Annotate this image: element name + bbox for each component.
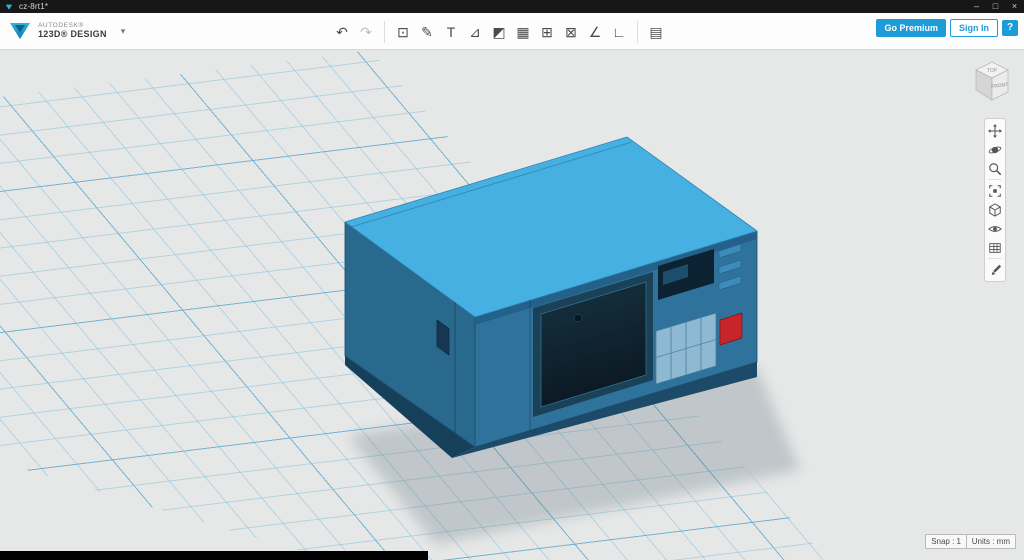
- app-icon: [5, 3, 13, 11]
- redo-icon[interactable]: ↷: [354, 21, 378, 43]
- pan-button[interactable]: [985, 121, 1005, 140]
- zoom-icon: [988, 162, 1002, 176]
- app-menu[interactable]: AUTODESK® 123D® DESIGN ▾: [8, 19, 125, 43]
- window-title: cz-8rt1*: [19, 2, 48, 11]
- layout-grid-icon: [988, 241, 1002, 255]
- snap-setting[interactable]: Snap : 1: [925, 534, 967, 549]
- primitives-icon[interactable]: ⊡: [391, 21, 415, 43]
- fit-icon: [988, 184, 1002, 198]
- paintbrush-icon: [988, 263, 1002, 277]
- navrail-separator: [988, 179, 1002, 180]
- toolbar-separator: [384, 21, 385, 43]
- undo-icon[interactable]: ↶: [330, 21, 354, 43]
- toolbar-separator: [637, 21, 638, 43]
- go-premium-button[interactable]: Go Premium: [876, 19, 946, 37]
- brand-line2: 123D® DESIGN: [38, 30, 107, 39]
- snap-icon[interactable]: ∠: [583, 21, 607, 43]
- 3d-scene: [0, 50, 1024, 560]
- units-setting[interactable]: Units : mm: [966, 534, 1016, 549]
- measure-icon[interactable]: ∟: [607, 21, 631, 43]
- help-button[interactable]: ?: [1002, 20, 1018, 36]
- material-icon[interactable]: ▤: [644, 21, 668, 43]
- toolbar-tools: ↶ ↷ ⊡ ✎ T ⊿ ◩ ▦ ⊞ ⊠ ∠ ∟ ▤: [330, 13, 668, 50]
- window-titlebar: cz-8rt1* – □ ×: [0, 0, 1024, 13]
- construct-icon[interactable]: ⊿: [463, 21, 487, 43]
- bottom-black-strip: [0, 551, 428, 560]
- pattern-icon[interactable]: ▦: [511, 21, 535, 43]
- orbit-icon: [988, 143, 1002, 157]
- zoom-fit-button[interactable]: [985, 181, 1005, 200]
- navigation-rail: [984, 118, 1006, 282]
- text-icon[interactable]: T: [439, 21, 463, 43]
- brand-text: AUTODESK® 123D® DESIGN: [38, 23, 107, 39]
- shading-cube-icon: [988, 203, 1002, 217]
- toolbar-account-area: Go Premium Sign In ?: [876, 19, 1018, 37]
- main-toolbar: AUTODESK® 123D® DESIGN ▾ ↶ ↷ ⊡ ✎ T ⊿ ◩ ▦…: [0, 13, 1024, 50]
- 123d-logo-icon: [8, 19, 32, 43]
- orbit-button[interactable]: [985, 140, 1005, 159]
- navrail-separator: [988, 258, 1002, 259]
- chevron-down-icon[interactable]: ▾: [121, 26, 126, 37]
- pan-icon: [988, 124, 1002, 138]
- zoom-button[interactable]: [985, 159, 1005, 178]
- layout-grid-button[interactable]: [985, 238, 1005, 257]
- modify-icon[interactable]: ◩: [487, 21, 511, 43]
- shading-button[interactable]: [985, 200, 1005, 219]
- view-cube[interactable]: TOP FRONT: [968, 56, 1014, 104]
- maximize-button[interactable]: □: [986, 0, 1005, 13]
- sketch-icon[interactable]: ✎: [415, 21, 439, 43]
- minimize-button[interactable]: –: [967, 0, 986, 13]
- viewport-3d-canvas[interactable]: TOP FRONT: [0, 50, 1024, 560]
- grouping-icon[interactable]: ⊞: [535, 21, 559, 43]
- visibility-button[interactable]: [985, 219, 1005, 238]
- combine-icon[interactable]: ⊠: [559, 21, 583, 43]
- model-door-knob[interactable]: [574, 314, 581, 321]
- sign-in-button[interactable]: Sign In: [950, 19, 998, 37]
- eye-icon: [988, 222, 1002, 236]
- material-paint-button[interactable]: [985, 260, 1005, 279]
- view-cube-top-label: TOP: [987, 68, 998, 74]
- close-button[interactable]: ×: [1005, 0, 1024, 13]
